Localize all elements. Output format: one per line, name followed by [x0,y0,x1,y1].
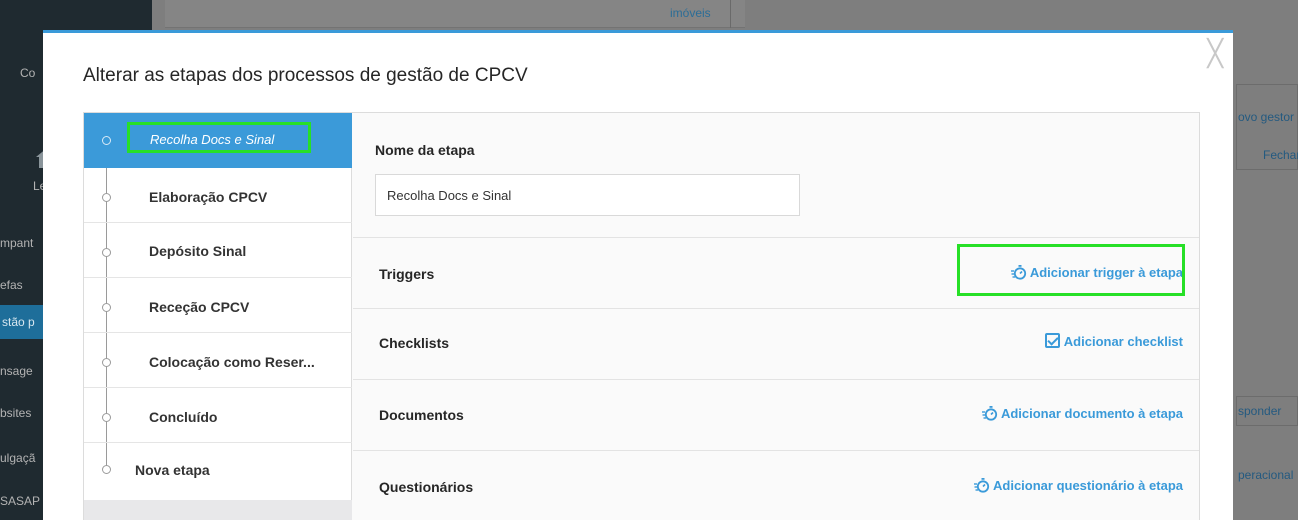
stages-editor: Recolha Docs e Sinal Elaboração CPCV Dep… [83,112,1200,520]
add-document-button[interactable]: Adicionar documento à etapa [981,405,1183,421]
checkbox-icon [1044,333,1061,349]
section-title: Triggers [379,266,435,282]
background-right-item: sponder [1238,404,1282,418]
background-tab: imóveis [670,6,711,20]
documents-section: Documentos Adicionar documento à etapa [353,381,1199,451]
stage-label: Elaboração CPCV [149,189,268,205]
stage-item-rececao-cpcv[interactable]: Receção CPCV [84,278,352,333]
stage-item-elaboracao-cpcv[interactable]: Elaboração CPCV [84,168,352,223]
stage-label: Depósito Sinal [149,243,247,259]
stage-details: Nome da etapa Triggers Adicionar trigger… [353,113,1199,520]
checklists-section: Checklists Adicionar checklist [353,310,1199,380]
edit-stages-modal: ╳ Alterar as etapas dos processos de ges… [43,30,1233,520]
stage-item-colocacao-como-reserva[interactable]: Colocação como Reser... [84,333,352,388]
stage-label: Concluído [149,409,218,425]
add-checklist-button[interactable]: Adicionar checklist [1044,333,1183,349]
background-right-item: Fechar [1263,148,1298,162]
add-document-label: Adicionar documento à etapa [1000,405,1183,421]
modal-title: Alterar as etapas dos processos de gestã… [83,65,528,86]
stage-label: Colocação como Reser... [149,354,315,370]
timeline-dot [102,193,111,202]
background-tab-strip: imóveis [165,0,745,28]
timeline-dot [102,303,111,312]
add-new-stage-item[interactable]: Nova etapa [84,443,352,498]
timeline-dot [102,136,111,145]
stages-list: Recolha Docs e Sinal Elaboração CPCV Dep… [84,113,352,520]
divider [730,0,731,28]
timeline-dot [102,465,111,474]
stages-list-footer [84,500,352,520]
stage-label: Receção CPCV [149,299,250,315]
timeline-dot [102,413,111,422]
add-questionnaire-label: Adicionar questionário à etapa [993,477,1183,493]
stage-item-recolha-docs-e-sinal[interactable]: Recolha Docs e Sinal [84,113,352,168]
add-questionnaire-button[interactable]: Adicionar questionário à etapa [974,477,1183,493]
stage-item-deposito-sinal[interactable]: Depósito Sinal [84,223,352,278]
section-title: Questionários [379,479,474,495]
background-right-item: peracional [1238,468,1294,482]
highlight-box [127,122,311,153]
timeline-dot [102,358,111,367]
section-title: Checklists [379,335,450,351]
timer-add-icon [974,477,990,493]
stage-item-concluido[interactable]: Concluído [84,388,352,443]
stage-name-block: Nome da etapa [353,113,1199,238]
add-checklist-label: Adicionar checklist [1063,333,1183,349]
close-icon[interactable]: ╳ [1207,41,1223,67]
timeline-dot [102,248,111,257]
stage-label: Nova etapa [135,462,210,478]
questionnaires-section: Questionários Adicionar questionário à e… [353,452,1199,520]
stage-name-label: Nome da etapa [375,142,475,158]
section-title: Documentos [379,407,464,423]
timer-add-icon [981,405,998,421]
stage-name-input[interactable] [375,174,800,216]
highlight-box [957,244,1185,296]
background-right-item: ovo gestor [1238,110,1295,124]
